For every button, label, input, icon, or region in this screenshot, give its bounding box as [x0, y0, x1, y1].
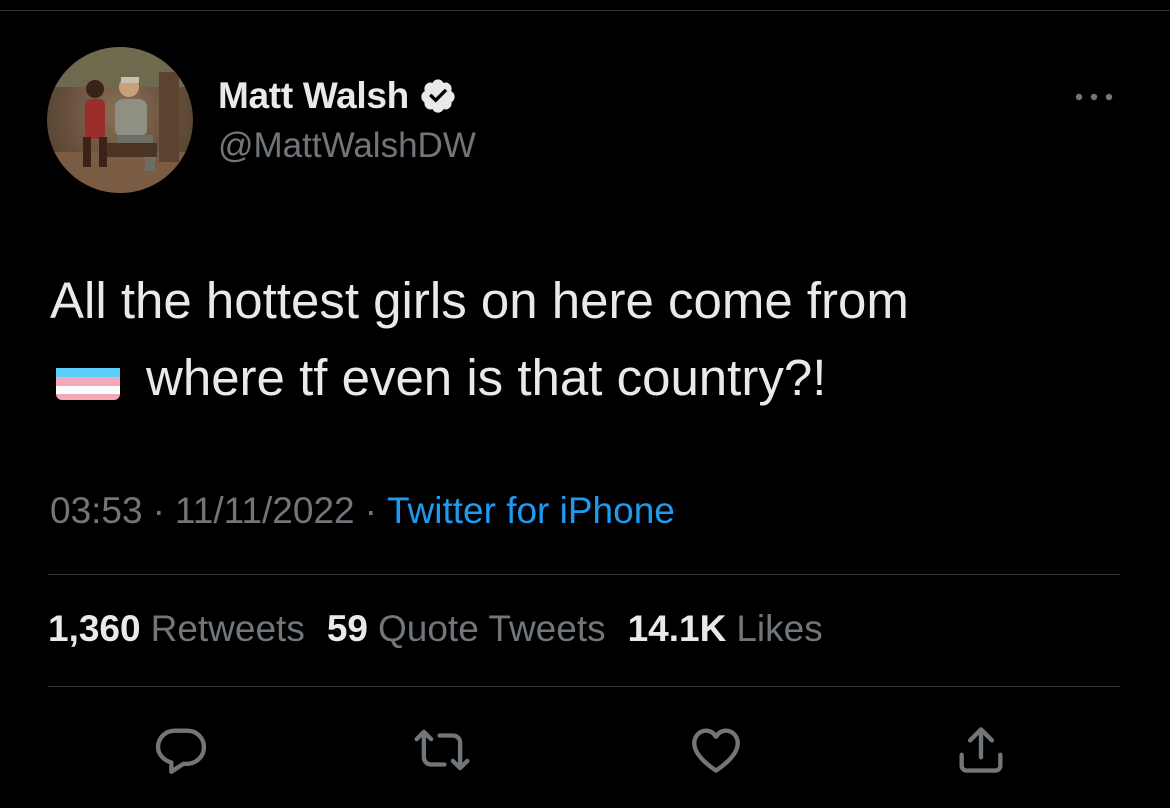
- quote-tweets-label: Quote Tweets: [377, 608, 606, 649]
- likes-stat[interactable]: 14.1K Likes: [628, 608, 845, 649]
- likes-label: Likes: [736, 608, 823, 649]
- tweet-meta: 03:53 · 11/11/2022 · Twitter for iPhone: [50, 490, 675, 532]
- like-icon: [687, 721, 745, 784]
- share-button[interactable]: [951, 722, 1011, 782]
- meta-separator: ·: [364, 490, 377, 531]
- retweets-label: Retweets: [150, 608, 305, 649]
- retweets-stat[interactable]: 1,360 Retweets: [48, 608, 327, 649]
- quote-tweets-stat[interactable]: 59 Quote Tweets: [327, 608, 628, 649]
- author-name[interactable]: Matt Walsh: [218, 75, 409, 117]
- divider: [48, 686, 1120, 687]
- divider: [48, 574, 1120, 575]
- quote-tweets-count: 59: [326, 608, 368, 649]
- tweet-stats: 1,360 Retweets 59 Quote Tweets 14.1K Likes: [48, 608, 845, 650]
- reply-icon: [152, 721, 210, 784]
- more-options-icon[interactable]: [1070, 82, 1118, 112]
- transgender-flag-icon: [56, 356, 120, 400]
- likes-count: 14.1K: [627, 608, 727, 649]
- meta-separator: ·: [152, 490, 165, 531]
- tweet-text-line1: All the hottest girls on here come from: [50, 272, 909, 329]
- retweet-icon: [413, 721, 471, 784]
- tweet-text: All the hottest girls on here come from …: [50, 262, 1130, 416]
- tweet-text-line2: where tf even is that country?!: [146, 349, 827, 406]
- tweet-source-link[interactable]: Twitter for iPhone: [387, 490, 675, 531]
- tweet-text-line2-row: where tf even is that country?!: [50, 339, 1130, 416]
- retweets-count: 1,360: [48, 608, 141, 649]
- author-name-row[interactable]: Matt Walsh: [218, 74, 457, 118]
- like-button[interactable]: [686, 722, 746, 782]
- avatar[interactable]: [47, 47, 193, 193]
- share-icon: [952, 721, 1010, 784]
- top-divider: [0, 10, 1170, 11]
- verified-badge-icon: [419, 77, 457, 115]
- author-handle[interactable]: @MattWalshDW: [218, 126, 476, 166]
- avatar-photo: [47, 47, 193, 193]
- tweet-time[interactable]: 03:53: [50, 490, 143, 531]
- tweet-date[interactable]: 11/11/2022: [175, 490, 355, 531]
- retweet-button[interactable]: [412, 722, 472, 782]
- reply-button[interactable]: [151, 722, 211, 782]
